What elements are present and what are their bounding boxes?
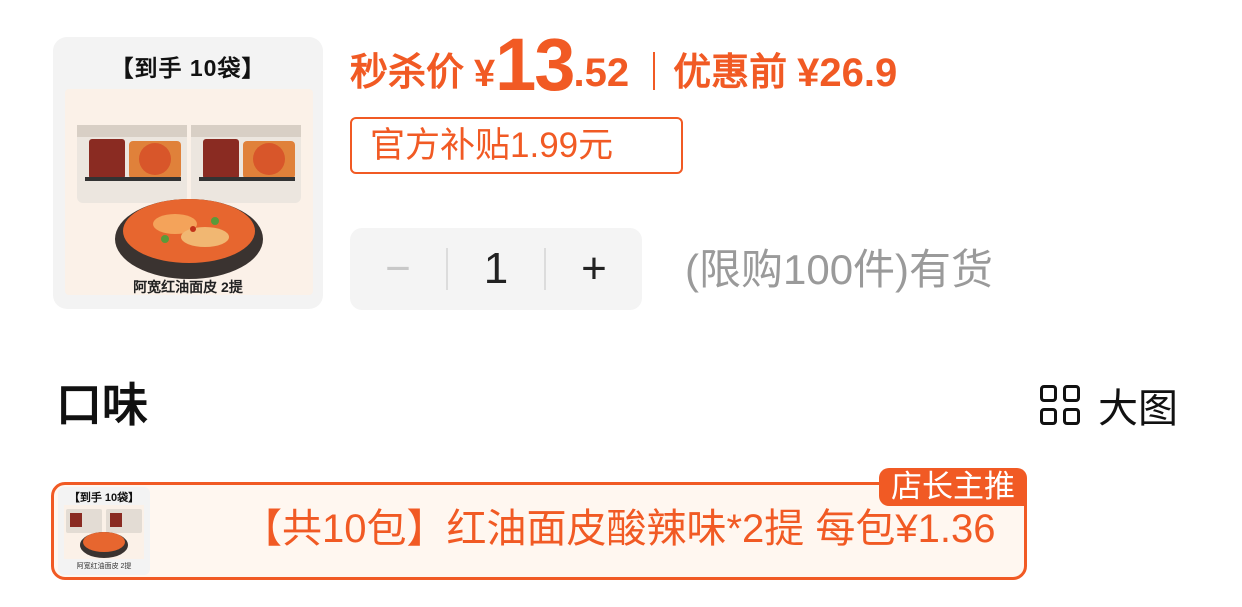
before-discount-price: ¥26.9 bbox=[797, 51, 898, 95]
big-image-toggle[interactable]: 大图 bbox=[1040, 377, 1178, 433]
option-label: 【共10包】红油面皮酸辣味*2提 每包¥1.36 bbox=[242, 507, 996, 551]
product-thumbnail[interactable]: 【到手 10袋】 阿宽红油面皮 2提 bbox=[53, 37, 323, 309]
grid-icon bbox=[1040, 385, 1080, 425]
price-row: 秒杀价 ¥ 13 .52 优惠前 ¥26.9 bbox=[350, 22, 897, 102]
price-divider bbox=[653, 52, 656, 90]
thumbnail-caption: 阿宽红油面皮 2提 bbox=[133, 279, 243, 295]
flavor-option[interactable]: 【到手 10袋】 阿宽红油面皮 2提 【共10包】红油面皮酸辣味*2提 每包¥1… bbox=[51, 468, 1027, 580]
option-thumb-header: 【到手 10袋】 bbox=[68, 492, 140, 504]
quantity-stepper: − 1 + bbox=[350, 228, 642, 310]
currency-symbol: ¥ bbox=[474, 53, 496, 95]
stock-status: (限购100件)有货 bbox=[685, 246, 994, 293]
big-image-label: 大图 bbox=[1098, 387, 1178, 431]
thumbnail-header: 【到手 10袋】 bbox=[110, 55, 266, 81]
decrement-button[interactable]: − bbox=[350, 244, 446, 294]
price-integer: 13 bbox=[495, 23, 575, 106]
subsidy-tag: 官方补贴1.99元 bbox=[350, 117, 683, 174]
option-thumbnail: 【到手 10袋】 阿宽红油面皮 2提 bbox=[58, 487, 150, 575]
product-image bbox=[65, 89, 313, 295]
option-thumb-image bbox=[64, 505, 144, 559]
before-discount-label: 优惠前 bbox=[673, 52, 788, 94]
quantity-value[interactable]: 1 bbox=[448, 244, 544, 294]
section-title-flavor: 口味 bbox=[56, 379, 148, 431]
recommend-badge: 店长主推 bbox=[879, 468, 1027, 506]
increment-button[interactable]: + bbox=[546, 244, 642, 294]
price-decimal: .52 bbox=[573, 51, 630, 95]
option-thumb-caption: 阿宽红油面皮 2提 bbox=[76, 563, 132, 570]
seckill-label: 秒杀价 bbox=[350, 52, 465, 94]
